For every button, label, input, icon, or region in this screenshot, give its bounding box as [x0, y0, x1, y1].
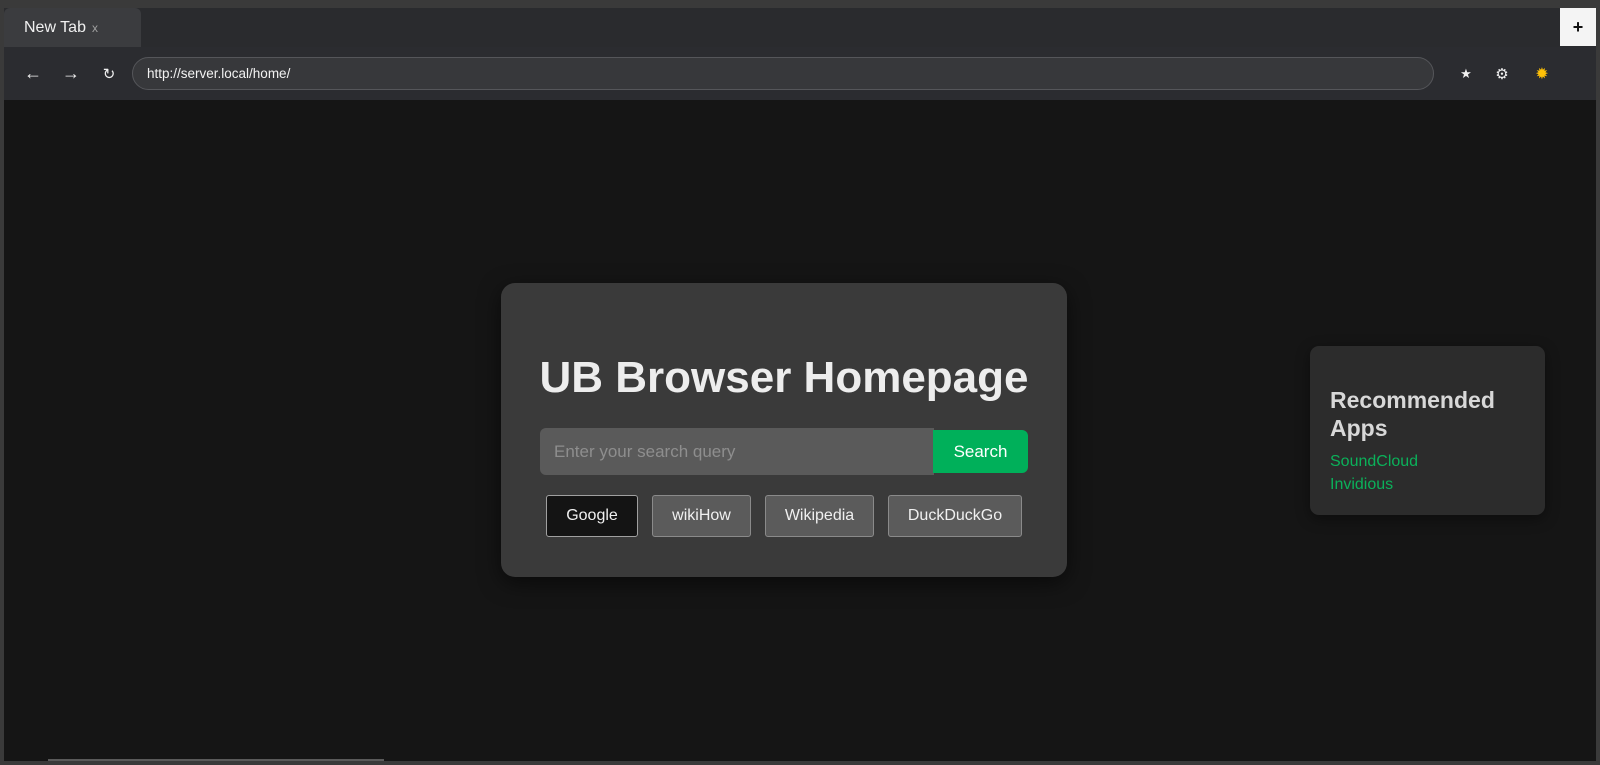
forward-arrow-icon[interactable]: →: [56, 47, 86, 100]
new-tab-button[interactable]: +: [1560, 8, 1596, 46]
back-arrow-icon[interactable]: ←: [18, 47, 48, 100]
tab-new-tab[interactable]: New Tab x: [4, 8, 141, 47]
recommended-apps-title: Recommended Apps: [1330, 387, 1495, 441]
engine-duckduckgo-button[interactable]: DuckDuckGo: [888, 495, 1022, 537]
search-input[interactable]: [540, 428, 934, 475]
horizontal-scrollbar[interactable]: [48, 759, 384, 761]
toolbar: ← → ↻ ★ ⚙ ✹: [4, 47, 1596, 100]
reload-icon[interactable]: ↻: [94, 47, 124, 100]
page-content: UB Browser Homepage Search Google wikiHo…: [4, 100, 1596, 761]
app-link-invidious[interactable]: Invidious: [1330, 473, 1525, 496]
search-card: UB Browser Homepage Search Google wikiHo…: [501, 283, 1067, 577]
app-link-soundcloud[interactable]: SoundCloud: [1330, 450, 1525, 473]
engine-wikipedia-button[interactable]: Wikipedia: [765, 495, 874, 537]
close-icon[interactable]: x: [92, 21, 98, 35]
address-bar-input[interactable]: [132, 57, 1434, 90]
recommended-apps-panel: Recommended Apps SoundCloud Invidious: [1310, 346, 1545, 515]
browser-window: New Tab x + ← → ↻ ★ ⚙ ✹ UB Browser Homep…: [4, 8, 1596, 761]
settings-gear-icon[interactable]: ⚙: [1488, 47, 1516, 100]
search-button[interactable]: Search: [933, 430, 1028, 473]
tab-bar: New Tab x +: [4, 8, 1596, 47]
theme-sun-icon[interactable]: ✹: [1528, 47, 1556, 100]
engine-wikihow-button[interactable]: wikiHow: [652, 495, 751, 537]
engine-google-button[interactable]: Google: [546, 495, 638, 537]
page-title: UB Browser Homepage: [539, 353, 1029, 402]
tab-title: New Tab: [24, 18, 86, 36]
bookmark-star-icon[interactable]: ★: [1452, 47, 1480, 100]
